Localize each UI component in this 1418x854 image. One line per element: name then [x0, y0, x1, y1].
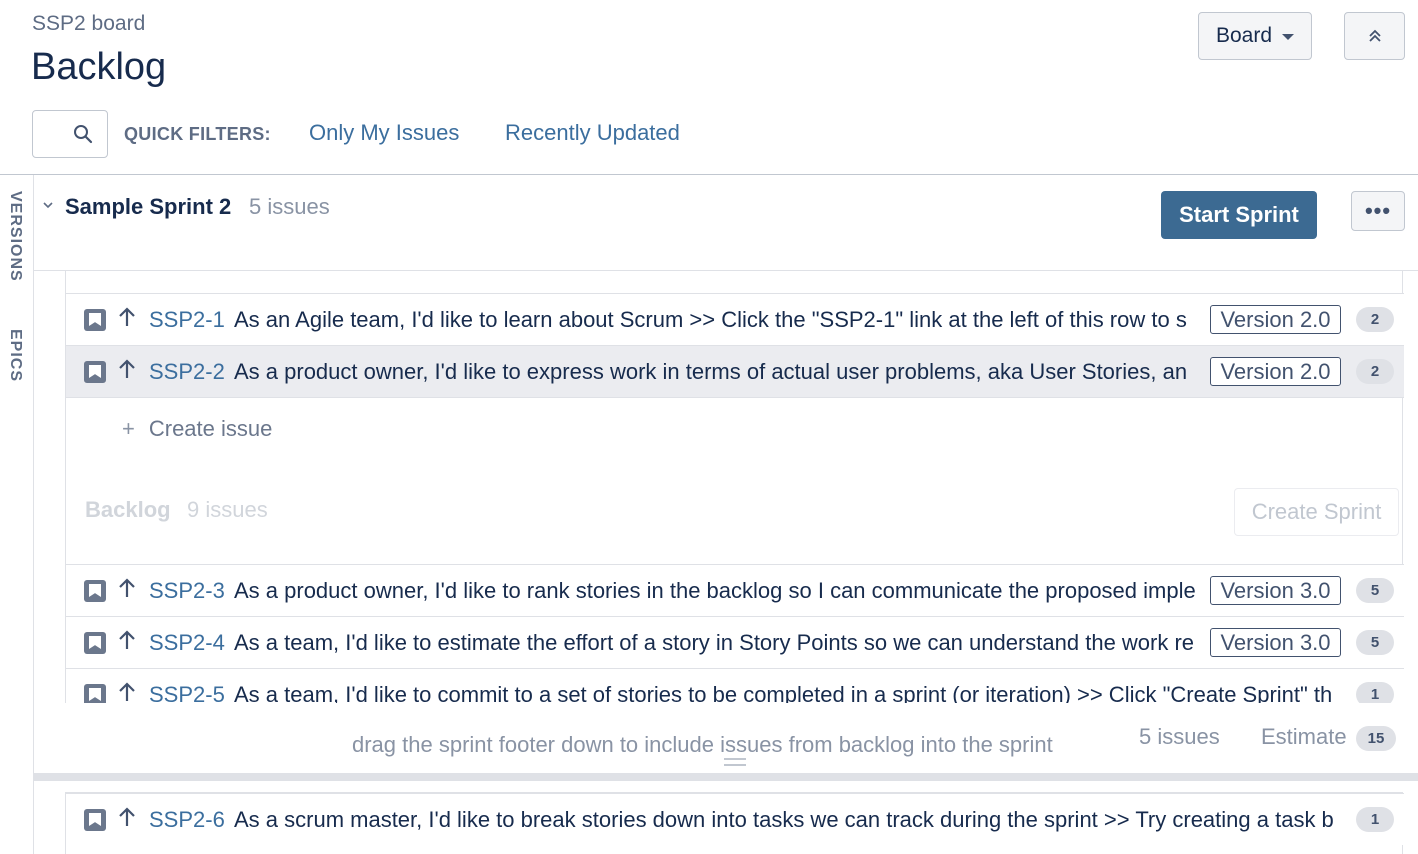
collapse-header-button[interactable] [1344, 12, 1405, 60]
header-divider [0, 174, 1418, 175]
issue-key[interactable]: SSP2-6 [149, 807, 225, 833]
estimate-label: Estimate [1261, 724, 1347, 749]
issue-row[interactable]: SSP2-4 As a team, I'd like to estimate t… [66, 616, 1404, 668]
story-points-badge: 2 [1356, 307, 1394, 332]
version-lozenge: Version 3.0 [1210, 628, 1341, 657]
story-icon [84, 308, 106, 331]
filter-only-my-issues[interactable]: Only My Issues [309, 120, 459, 146]
story-icon [84, 631, 106, 654]
issue-row[interactable]: SSP2-6 As a scrum master, I'd like to br… [66, 793, 1404, 845]
story-points-badge: 5 [1356, 578, 1394, 603]
quick-filters-label: QUICK FILTERS: [124, 124, 271, 144]
priority-arrow-up-icon [119, 682, 135, 701]
backlog-issue-count: 9 issues [187, 497, 268, 522]
version-lozenge: Version 2.0 [1210, 305, 1341, 334]
side-rail: VERSIONS EPICS [0, 175, 34, 854]
chevron-down-icon[interactable] [42, 198, 54, 216]
footer-issue-count: 5 issues [1139, 724, 1220, 749]
board-button-label: Board [1215, 24, 1273, 47]
plus-icon: + [122, 416, 135, 441]
tab-epics[interactable]: EPICS [6, 329, 24, 382]
issue-key[interactable]: SSP2-1 [149, 307, 225, 333]
issue-summary: As a product owner, I'd like to express … [234, 358, 1188, 384]
story-points-badge: 5 [1356, 630, 1394, 655]
version-lozenge: Version 2.0 [1210, 357, 1341, 386]
story-icon [84, 579, 106, 602]
priority-arrow-up-icon [119, 630, 135, 649]
issue-summary: As a product owner, I'd like to rank sto… [234, 577, 1196, 603]
story-points-badge: 1 [1356, 807, 1394, 832]
board-name: SSP2 board [32, 12, 146, 35]
story-icon [84, 808, 106, 831]
issue-key[interactable]: SSP2-4 [149, 630, 225, 656]
caret-down-icon [1282, 34, 1295, 40]
priority-arrow-up-icon [119, 359, 135, 378]
issue-summary: As a team, I'd like to estimate the effo… [234, 629, 1195, 655]
drag-handle-icon[interactable] [724, 758, 746, 766]
priority-arrow-up-icon [119, 307, 135, 326]
sprint-name: Sample Sprint 2 [65, 194, 232, 219]
filter-recently-updated[interactable]: Recently Updated [505, 120, 680, 146]
issue-key[interactable]: SSP2-2 [149, 359, 225, 385]
issue-row[interactable]: SSP2-2 As a product owner, I'd like to e… [66, 345, 1404, 397]
start-sprint-button[interactable]: Start Sprint [1161, 191, 1317, 239]
version-lozenge: Version 3.0 [1210, 576, 1341, 605]
issue-summary: As a scrum master, I'd like to break sto… [234, 806, 1334, 832]
issue-summary: As an Agile team, I'd like to learn abou… [234, 306, 1187, 332]
priority-arrow-up-icon [119, 578, 135, 597]
drag-hint: drag the sprint footer down to include i… [352, 732, 1053, 757]
story-icon [84, 360, 106, 383]
priority-arrow-up-icon [119, 807, 135, 826]
create-issue-label: Create issue [148, 416, 273, 441]
search-input[interactable] [32, 110, 108, 158]
tab-versions[interactable]: VERSIONS [6, 191, 24, 282]
issue-row[interactable]: SSP2-3 As a product owner, I'd like to r… [66, 564, 1404, 616]
page-title: Backlog [31, 46, 167, 88]
search-icon [74, 125, 93, 144]
sprint-more-button[interactable]: ••• [1351, 191, 1405, 231]
row-divider [66, 397, 1404, 398]
double-chevron-up-icon [1368, 29, 1381, 42]
estimate-total-badge: 15 [1356, 726, 1396, 751]
create-sprint-button[interactable]: Create Sprint [1234, 488, 1399, 536]
backlog-title: Backlog [85, 497, 171, 522]
issue-row[interactable]: SSP2-1 As an Agile team, I'd like to lea… [66, 293, 1404, 345]
issue-key[interactable]: SSP2-3 [149, 578, 225, 604]
sprint-issue-count: 5 issues [249, 194, 330, 219]
sprint-footer-bar[interactable] [34, 773, 1418, 781]
create-issue-link[interactable]: + Create issue [122, 416, 272, 442]
story-points-badge: 2 [1356, 359, 1394, 384]
board-view-button[interactable]: Board [1198, 12, 1312, 60]
